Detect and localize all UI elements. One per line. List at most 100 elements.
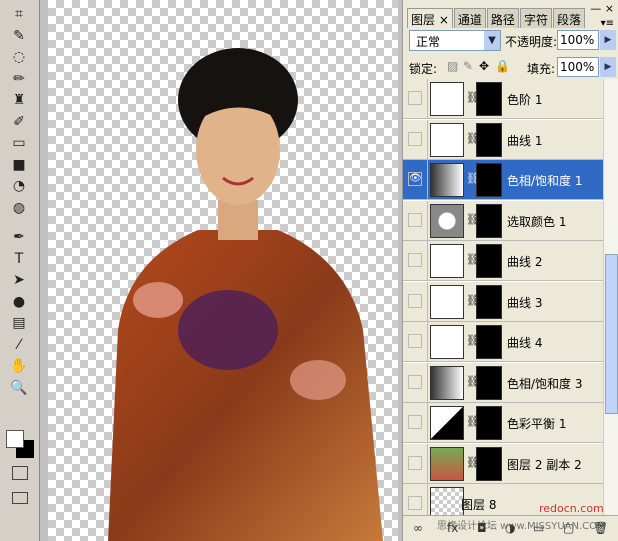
fill-label: 填充: [527, 62, 556, 76]
slice-icon[interactable]: ✎ [8, 26, 30, 46]
zoom-icon[interactable]: 🔍 [8, 378, 30, 398]
opacity-label: 不透明度: [505, 35, 558, 49]
divider [427, 484, 428, 515]
panel-menu-icon[interactable]: ▾≡ [601, 18, 614, 29]
chevron-down-icon[interactable]: ▼ [484, 31, 500, 50]
path-select-icon[interactable]: ➤ [8, 270, 30, 290]
gradient-icon[interactable]: ■ [8, 155, 30, 175]
blend-mode-select[interactable]: 正常 ▼ [409, 30, 501, 51]
tab-channels[interactable]: 通道 [453, 8, 486, 28]
layer-name: 曲线 3 [507, 295, 543, 310]
layer-mask-thumbnail[interactable] [476, 82, 502, 116]
lock-paint-icon[interactable]: ✎ [463, 59, 473, 73]
layer-name: 选取颜色 1 [507, 214, 567, 229]
tab-character[interactable]: 字符 [519, 8, 552, 28]
layer-name: 色彩平衡 1 [507, 417, 567, 431]
layer-mask-thumbnail[interactable] [476, 406, 502, 440]
layer-mask-thumbnail[interactable] [476, 325, 502, 359]
visibility-toggle[interactable] [408, 496, 422, 510]
visibility-toggle[interactable] [408, 212, 422, 227]
visibility-toggle[interactable] [408, 293, 422, 308]
lock-transparency-icon[interactable]: ▨ [447, 59, 458, 73]
layer-thumbnail [430, 203, 464, 238]
layer-mask-thumbnail[interactable] [476, 365, 502, 400]
layer-mask-thumbnail[interactable] [476, 203, 502, 238]
tab-paragraph[interactable]: 段落 [552, 8, 585, 28]
tab-paths[interactable]: 路径 [486, 8, 519, 28]
layer-row[interactable]: ⛓ 图层 2 副本 2 [403, 443, 603, 484]
quick-mask-icon[interactable] [12, 466, 28, 480]
divider [427, 119, 428, 160]
divider [427, 322, 428, 362]
fill-slider-arrow[interactable]: ▶ [600, 57, 616, 77]
brush-icon[interactable]: ✏ [8, 69, 30, 89]
lock-all-icon[interactable]: 🔒 [495, 59, 510, 73]
layer-mask-thumbnail[interactable] [476, 446, 502, 481]
type-icon[interactable]: T [8, 249, 30, 269]
scrollbar-thumb[interactable] [605, 254, 618, 414]
hand-icon[interactable]: ✋ [8, 356, 30, 376]
visibility-toggle[interactable]: 👁 [408, 172, 422, 186]
layers-scrollbar[interactable] [603, 79, 618, 515]
stamp-icon[interactable]: ♜ [8, 90, 30, 110]
visibility-toggle[interactable] [408, 415, 422, 429]
blur-icon[interactable]: ◔ [8, 176, 30, 196]
document-canvas[interactable] [48, 0, 398, 541]
screen-mode-icon[interactable] [12, 492, 28, 504]
visibility-toggle[interactable] [408, 455, 422, 470]
eraser-icon[interactable]: ▭ [8, 133, 30, 153]
visibility-toggle[interactable] [408, 334, 422, 348]
eyedropper-icon[interactable]: ⁄ [8, 335, 30, 355]
layer-name: 色相/饱和度 3 [507, 376, 583, 391]
fill-input[interactable]: 100% [557, 57, 599, 77]
layers-panel: 图层 × 通道 路径 字符 段落 — × ▾≡ 正常 ▼ 不透明度: 100% ▶… [402, 0, 618, 541]
opacity-input[interactable]: 100% [557, 30, 599, 50]
layer-row[interactable]: ⛓ 色阶 1 [403, 79, 603, 119]
opacity-slider-arrow[interactable]: ▶ [600, 30, 616, 50]
watermark-redocn: redocn.com [539, 502, 604, 515]
crop-icon[interactable]: ⌗ [8, 4, 30, 24]
divider [427, 241, 428, 281]
tools-panel: ⌗ ✎ ◌ ✏ ♜ ✐ ▭ ■ ◔ ◍ ✒ T ➤ ● ▤ ⁄ ✋ 🔍 [0, 0, 40, 541]
layer-name: 图层 8 [461, 498, 497, 512]
foreground-color-swatch[interactable] [6, 430, 24, 448]
visibility-toggle[interactable] [408, 91, 422, 105]
layer-thumbnail [430, 122, 464, 157]
layer-thumbnail [430, 365, 464, 400]
pen-icon[interactable]: ✒ [8, 227, 30, 247]
layer-row[interactable]: ⛓ 色相/饱和度 3 [403, 362, 603, 403]
lock-position-icon[interactable]: ✥ [479, 59, 489, 73]
layer-thumbnail [430, 82, 464, 116]
layer-mask-thumbnail[interactable] [476, 284, 502, 319]
shape-icon[interactable]: ● [8, 292, 30, 312]
watermark-missyuan: 思缘设计论坛 www.MISSYUAN.COM [437, 521, 606, 532]
lasso-icon[interactable]: ◌ [8, 47, 30, 67]
history-brush-icon[interactable]: ✐ [8, 112, 30, 132]
link-layers-icon[interactable]: ∞ [413, 521, 423, 535]
layer-mask-thumbnail[interactable] [476, 163, 502, 197]
tab-layers[interactable]: 图层 × [407, 8, 453, 28]
panel-window-controls[interactable]: — × [590, 2, 614, 15]
layer-row[interactable]: ⛓ 选取颜色 1 [403, 200, 603, 241]
layer-thumbnail [430, 163, 464, 197]
divider [427, 200, 428, 241]
layer-row[interactable]: ⛓ 曲线 1 [403, 119, 603, 160]
visibility-toggle[interactable] [408, 253, 422, 267]
dodge-icon[interactable]: ◍ [8, 198, 30, 218]
layer-row[interactable]: ⛓ 曲线 2 [403, 241, 603, 281]
eye-icon: 👁 [409, 173, 422, 184]
layer-name: 曲线 1 [507, 133, 543, 148]
close-tab-icon[interactable]: × [439, 13, 449, 27]
layer-row[interactable]: 👁 ⛓ 色相/饱和度 1 [403, 160, 603, 200]
layer-row[interactable]: ⛓ 曲线 4 [403, 322, 603, 362]
layer-name: 色相/饱和度 1 [507, 174, 583, 188]
visibility-toggle[interactable] [408, 131, 422, 146]
layer-mask-thumbnail[interactable] [476, 122, 502, 157]
layer-mask-thumbnail[interactable] [476, 244, 502, 278]
notes-icon[interactable]: ▤ [8, 313, 30, 333]
layer-row[interactable]: ⛓ 曲线 3 [403, 281, 603, 322]
layer-name: 曲线 4 [507, 336, 543, 350]
visibility-toggle[interactable] [408, 374, 422, 389]
divider [427, 281, 428, 322]
layer-row[interactable]: ⛓ 色彩平衡 1 [403, 403, 603, 443]
